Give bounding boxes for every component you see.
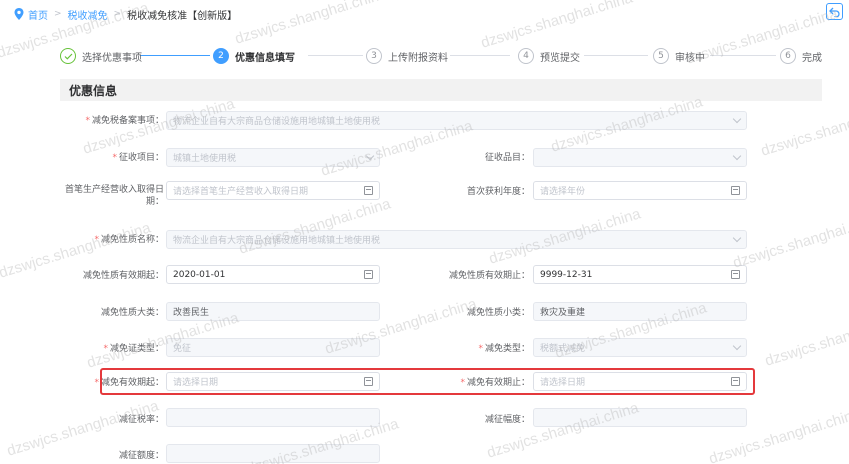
step-label: 选择优惠事项 — [82, 52, 142, 64]
zsxm-label: * 征收项目： — [112, 153, 164, 163]
step-connector — [710, 55, 776, 56]
jzee-field — [166, 444, 380, 463]
step-preview: 4 预览提交 — [518, 46, 580, 66]
location-pin-icon — [14, 8, 24, 20]
back-arrow-icon — [829, 2, 840, 21]
step-label: 预览提交 — [540, 52, 580, 64]
highlight-box — [100, 368, 755, 395]
scsr-label: 首笔生产经营收入取得日期： — [64, 185, 164, 207]
calendar-icon — [731, 270, 740, 279]
zspm-select[interactable] — [533, 148, 747, 167]
xl-value: 救灾及重建 — [540, 308, 586, 318]
section-title: 优惠信息 — [60, 79, 822, 101]
jmsx-select[interactable]: 物流企业自有大宗商品仓储设施用地城镇土地使用税 — [166, 111, 747, 130]
chevron-down-icon — [732, 233, 742, 243]
schl-label: 首次获利年度： — [466, 187, 530, 197]
check-icon — [60, 48, 76, 64]
dl-label: 减免性质大类： — [100, 308, 164, 318]
breadcrumb: 首页 > 税收减免 > 税收减免核准【创新版】 — [14, 6, 237, 22]
step-indicator: 选择优惠事项 2 优惠信息填写 3 上传附报资料 4 预览提交 5 审核中 6 … — [60, 46, 822, 68]
jzee-label: 减征额度： — [118, 451, 164, 461]
scsr-placeholder: 请选择首笔生产经营收入取得日期 — [173, 187, 309, 197]
step-number: 2 — [213, 48, 229, 64]
watermark: dzswjcs.shanghai.china — [730, 209, 849, 272]
step-label: 优惠信息填写 — [235, 52, 295, 64]
step-number: 3 — [366, 48, 382, 64]
jmsx-label: * 减免税备案事项： — [85, 116, 164, 126]
step-connector — [450, 55, 510, 56]
jzsz-label: 减征税率： — [118, 415, 164, 425]
calendar-icon — [364, 270, 373, 279]
yxqz-label: 减免性质有效期止： — [448, 271, 530, 281]
chevron-down-icon — [365, 151, 375, 161]
jmxz-value: 物流企业自有大宗商品仓储设施用地城镇土地使用税 — [173, 236, 381, 246]
chevron-down-icon — [732, 151, 742, 161]
watermark: dzswjcs.shanghai.china — [762, 307, 849, 370]
breadcrumb-current: 税收减免核准【创新版】 — [127, 10, 238, 22]
zsxm-select[interactable]: 城镇土地使用税 — [166, 148, 380, 167]
jmxz-label: * 减免性质名称： — [94, 235, 164, 245]
step-complete: 6 完成 — [780, 46, 822, 66]
watermark: dzswjcs.shanghai.china — [478, 0, 635, 52]
scsr-date-picker[interactable]: 请选择首笔生产经营收入取得日期 — [166, 181, 380, 200]
step-number: 4 — [518, 48, 534, 64]
schl-year-picker[interactable]: 请选择年份 — [533, 181, 747, 200]
step-select-item: 选择优惠事项 — [60, 46, 142, 66]
yxqq-value: 2020-01-01 — [173, 269, 226, 280]
calendar-icon — [364, 186, 373, 195]
step-upload: 3 上传附报资料 — [366, 46, 448, 66]
step-connector — [584, 55, 648, 56]
xl-field: 救灾及重建 — [533, 302, 747, 321]
breadcrumb-home[interactable]: 首页 — [28, 7, 48, 22]
jmzlx-value: 免征 — [173, 344, 192, 354]
step-connector — [308, 55, 363, 56]
jmlx-value: 税额式减免 — [540, 344, 586, 354]
step-number: 5 — [653, 48, 669, 64]
chevron-down-icon — [732, 114, 742, 124]
step-label: 上传附报资料 — [388, 52, 448, 64]
step-fill-info: 2 优惠信息填写 — [213, 46, 295, 66]
xl-label: 减免性质小类： — [466, 308, 530, 318]
jmlx-select[interactable]: 税额式减免 — [533, 338, 747, 357]
yxqq-date-picker[interactable]: 2020-01-01 — [166, 265, 380, 284]
watermark: dzswjcs.shanghai.china — [758, 97, 849, 160]
schl-placeholder: 请选择年份 — [540, 187, 586, 197]
dl-field: 改善民生 — [166, 302, 380, 321]
dl-value: 改善民生 — [173, 308, 210, 318]
step-label: 完成 — [802, 52, 822, 64]
jzsz-field — [166, 408, 380, 427]
step-label: 审核中 — [675, 52, 705, 64]
step-number: 6 — [780, 48, 796, 64]
yxqq-label: 减免性质有效期起： — [82, 271, 164, 281]
breadcrumb-separator: > — [54, 9, 62, 19]
jmzlx-label: * 减免证类型： — [103, 344, 164, 354]
breadcrumb-parent[interactable]: 税收减免 — [68, 7, 108, 22]
jzfd-label: 减征幅度： — [484, 415, 530, 425]
jmlx-label: * 减免类型： — [478, 344, 530, 354]
watermark: dzswjcs.shanghai.china — [232, 0, 389, 48]
back-button[interactable] — [826, 3, 843, 20]
jzfd-field — [533, 408, 747, 427]
jmsx-value: 物流企业自有大宗商品仓储设施用地城镇土地使用税 — [173, 117, 381, 127]
yxqz-value: 9999-12-31 — [540, 269, 593, 280]
zspm-label: 征收品目： — [484, 153, 530, 163]
jmxz-select[interactable]: 物流企业自有大宗商品仓储设施用地城镇土地使用税 — [166, 230, 747, 249]
step-review: 5 审核中 — [653, 46, 705, 66]
calendar-icon — [731, 186, 740, 195]
zsxm-value: 城镇土地使用税 — [173, 154, 237, 164]
jmzlx-select[interactable]: 免征 — [166, 338, 380, 357]
breadcrumb-separator: > — [113, 9, 122, 19]
step-connector — [140, 55, 210, 56]
yxqz-date-picker[interactable]: 9999-12-31 — [533, 265, 747, 284]
chevron-down-icon — [732, 341, 742, 351]
